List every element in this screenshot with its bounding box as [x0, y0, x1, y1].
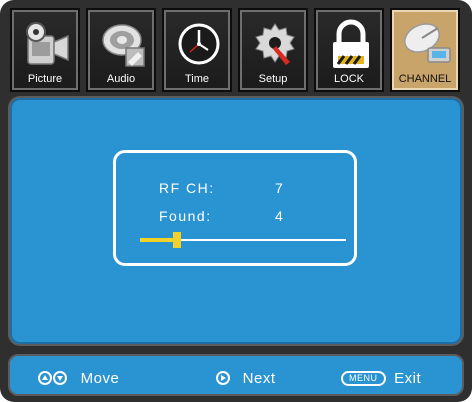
tab-label: Audio	[106, 73, 136, 85]
camera-icon	[26, 22, 69, 65]
up-down-arrows-icon	[38, 370, 73, 387]
audio-icon	[102, 24, 145, 67]
satellite-dish-icon	[404, 23, 451, 63]
progress-knob	[173, 232, 181, 248]
rf-channel-value: 7	[275, 180, 283, 196]
scan-progress-dialog	[113, 150, 357, 266]
progress-fill	[140, 238, 177, 242]
tab-lock[interactable]: LOCK	[314, 8, 384, 92]
tab-label: CHANNEL	[398, 73, 452, 85]
tab-label: Setup	[258, 73, 288, 85]
menu-key-icon: MENU	[341, 371, 386, 386]
tab-setup[interactable]: Setup	[238, 8, 308, 92]
scan-progress-bar	[140, 232, 346, 248]
next-hint: Next	[216, 370, 276, 387]
exit-hint: MENU Exit	[341, 370, 421, 387]
next-label: Next	[242, 370, 276, 387]
right-arrow-icon	[216, 370, 235, 387]
tab-picture[interactable]: Picture	[10, 8, 80, 92]
move-label: Move	[80, 370, 120, 387]
tv-menu-frame: Picture Audio Time Setup LOCK CHANNEL RF…	[0, 0, 472, 402]
clock-icon	[178, 23, 220, 65]
menu-tab-bar: Picture Audio Time Setup LOCK CHANNEL	[10, 8, 462, 92]
tab-label: Picture	[27, 73, 63, 85]
rf-channel-label: RF CH:	[159, 180, 215, 196]
padlock-icon	[333, 19, 369, 68]
tab-label: LOCK	[334, 73, 364, 85]
tab-time[interactable]: Time	[162, 8, 232, 92]
tab-label: Time	[184, 73, 210, 85]
exit-label: Exit	[394, 370, 422, 387]
found-label: Found:	[159, 208, 212, 224]
move-hint: Move	[38, 370, 119, 387]
tab-audio[interactable]: Audio	[86, 8, 156, 92]
tab-channel[interactable]: CHANNEL	[390, 8, 460, 92]
settings-wrench-icon	[255, 23, 295, 65]
found-value: 4	[275, 208, 283, 224]
